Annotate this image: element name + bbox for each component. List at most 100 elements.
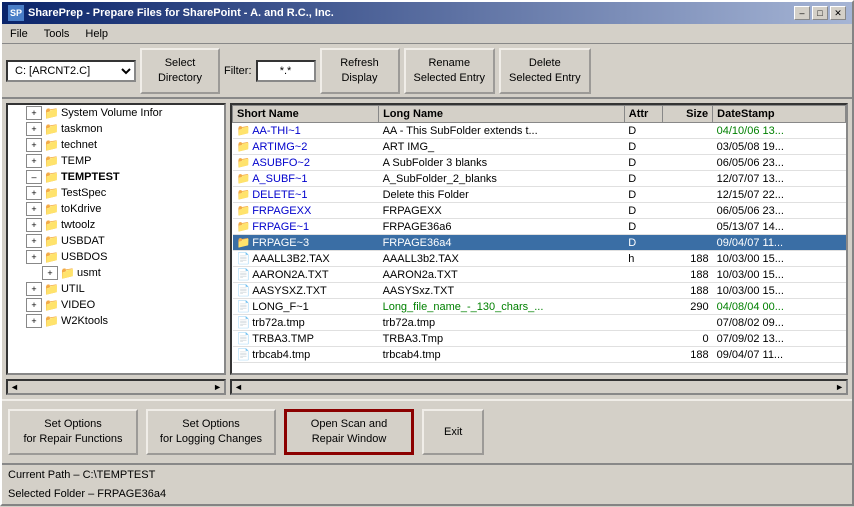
tree-expander[interactable]: + <box>26 186 42 200</box>
file-date: 10/03/00 15... <box>713 283 846 299</box>
file-attr: D <box>624 219 662 235</box>
column-header: Short Name <box>233 106 379 123</box>
scan-repair-button[interactable]: Open Scan and Repair Window <box>284 409 414 455</box>
select-directory-button[interactable]: Select Directory <box>140 48 220 94</box>
folder-icon: 📁 <box>237 237 251 249</box>
tree-item[interactable]: +📁System Volume Infor <box>8 105 224 121</box>
tree-item[interactable]: +📁twtoolz <box>8 217 224 233</box>
table-row[interactable]: 📁DELETE~1Delete this FolderD12/15/07 22.… <box>233 187 846 203</box>
window-title: SharePrep - Prepare Files for SharePoint… <box>28 7 334 19</box>
column-header: DateStamp <box>713 106 846 123</box>
table-row[interactable]: 📁FRPAGE~1FRPAGE36a6D05/13/07 14... <box>233 219 846 235</box>
file-icon: 📄 <box>237 285 251 297</box>
tree-expander[interactable]: + <box>26 218 42 232</box>
tree-item-label: USBDOS <box>61 251 107 263</box>
logging-options-button[interactable]: Set Options for Logging Changes <box>146 409 276 455</box>
menu-file[interactable]: File <box>6 27 32 41</box>
tree-item-label: usmt <box>77 267 101 279</box>
tree-expander[interactable]: – <box>26 170 42 184</box>
window-controls: – □ ✕ <box>794 6 846 20</box>
file-short-name: 📄AASYSXZ.TXT <box>233 283 379 299</box>
tree-item[interactable]: +📁USBDAT <box>8 233 224 249</box>
table-row[interactable]: 📄AARON2A.TXTAARON2a.TXT18810/03/00 15... <box>233 267 846 283</box>
file-scrollbar[interactable]: ◄ ► <box>230 379 848 395</box>
refresh-display-button[interactable]: Refresh Display <box>320 48 400 94</box>
tree-expander[interactable]: + <box>26 122 42 136</box>
maximize-button[interactable]: □ <box>812 6 828 20</box>
tree-item[interactable]: +📁W2Ktools <box>8 313 224 329</box>
main-area: +📁System Volume Infor+📁taskmon+📁technet+… <box>2 99 852 379</box>
file-panel[interactable]: Short NameLong NameAttrSizeDateStamp📁AA-… <box>230 103 848 375</box>
tree-item[interactable]: +📁taskmon <box>8 121 224 137</box>
drive-selector[interactable]: C: [ARCNT2.C] <box>6 60 136 82</box>
tree-item[interactable]: +📁usmt <box>8 265 224 281</box>
file-long-name: AA - This SubFolder extends t... <box>379 123 625 139</box>
tree-expander[interactable]: + <box>26 234 42 248</box>
file-size <box>662 123 712 139</box>
tree-expander[interactable]: + <box>26 314 42 328</box>
table-row[interactable]: 📁FRPAGEXXFRPAGEXXD06/05/06 23... <box>233 203 846 219</box>
exit-button[interactable]: Exit <box>422 409 484 455</box>
tree-expander[interactable]: + <box>26 106 42 120</box>
file-size: 188 <box>662 251 712 267</box>
tree-item[interactable]: +📁UTIL <box>8 281 224 297</box>
table-row[interactable]: 📄AASYSXZ.TXTAASYSxz.TXT18810/03/00 15... <box>233 283 846 299</box>
tree-item[interactable]: +📁TestSpec <box>8 185 224 201</box>
file-date: 10/03/00 15... <box>713 267 846 283</box>
menu-tools[interactable]: Tools <box>40 27 74 41</box>
rename-entry-button[interactable]: Rename Selected Entry <box>404 48 496 94</box>
menu-help[interactable]: Help <box>81 27 112 41</box>
delete-entry-button[interactable]: Delete Selected Entry <box>499 48 591 94</box>
repair-options-button[interactable]: Set Options for Repair Functions <box>8 409 138 455</box>
tree-panel[interactable]: +📁System Volume Infor+📁taskmon+📁technet+… <box>6 103 226 375</box>
file-icon: 📄 <box>237 269 251 281</box>
file-attr: D <box>624 187 662 203</box>
tree-expander[interactable]: + <box>26 250 42 264</box>
file-size <box>662 235 712 251</box>
tree-item[interactable]: +📁VIDEO <box>8 297 224 313</box>
table-row[interactable]: 📄AAALL3B2.TAXAAALL3b2.TAXh18810/03/00 15… <box>233 251 846 267</box>
tree-item[interactable]: +📁toKdrive <box>8 201 224 217</box>
table-row[interactable]: 📄trbcab4.tmptrbcab4.tmp18809/04/07 11... <box>233 347 846 363</box>
tree-item[interactable]: –📁TEMPTEST <box>8 169 224 185</box>
file-size <box>662 203 712 219</box>
table-row[interactable]: 📄trb72a.tmptrb72a.tmp07/08/02 09... <box>233 315 846 331</box>
file-short-name: 📁FRPAGE~1 <box>233 219 379 235</box>
file-short-name: 📁ARTIMG~2 <box>233 139 379 155</box>
column-header: Attr <box>624 106 662 123</box>
close-button[interactable]: ✕ <box>830 6 846 20</box>
app-icon: SP <box>8 5 24 21</box>
tree-expander[interactable]: + <box>26 154 42 168</box>
tree-item[interactable]: +📁USBDOS <box>8 249 224 265</box>
tree-expander[interactable]: + <box>26 202 42 216</box>
file-short-name: 📄trbcab4.tmp <box>233 347 379 363</box>
column-header: Long Name <box>379 106 625 123</box>
tree-expander[interactable]: + <box>26 298 42 312</box>
table-row[interactable]: 📁ARTIMG~2ART IMG_D03/05/08 19... <box>233 139 846 155</box>
file-short-name: 📄LONG_F~1 <box>233 299 379 315</box>
minimize-button[interactable]: – <box>794 6 810 20</box>
tree-scrollbar[interactable]: ◄ ► <box>6 379 226 395</box>
file-short-name: 📁A_SUBF~1 <box>233 171 379 187</box>
toolbar: C: [ARCNT2.C] Select Directory Filter: R… <box>2 44 852 99</box>
file-long-name: FRPAGE36a4 <box>379 235 625 251</box>
table-row[interactable]: 📁A_SUBF~1A_SubFolder_2_blanksD12/07/07 1… <box>233 171 846 187</box>
file-icon: 📄 <box>237 333 251 345</box>
table-row[interactable]: 📄LONG_F~1Long_file_name_-_130_chars_...2… <box>233 299 846 315</box>
tree-item[interactable]: +📁technet <box>8 137 224 153</box>
tree-expander[interactable]: + <box>26 138 42 152</box>
tree-expander[interactable]: + <box>26 282 42 296</box>
table-row[interactable]: 📁FRPAGE~3FRPAGE36a4D09/04/07 11... <box>233 235 846 251</box>
file-attr <box>624 315 662 331</box>
file-size <box>662 171 712 187</box>
table-row[interactable]: 📄TRBA3.TMPTRBA3.Tmp007/09/02 13... <box>233 331 846 347</box>
tree-item[interactable]: +📁TEMP <box>8 153 224 169</box>
file-size: 0 <box>662 331 712 347</box>
filter-input[interactable] <box>256 60 316 82</box>
tree-expander[interactable]: + <box>42 266 58 280</box>
file-date: 06/05/06 23... <box>713 203 846 219</box>
file-icon: 📄 <box>237 301 251 313</box>
table-row[interactable]: 📁ASUBFO~2A SubFolder 3 blanksD06/05/06 2… <box>233 155 846 171</box>
table-row[interactable]: 📁AA-THI~1AA - This SubFolder extends t..… <box>233 123 846 139</box>
file-attr: D <box>624 203 662 219</box>
